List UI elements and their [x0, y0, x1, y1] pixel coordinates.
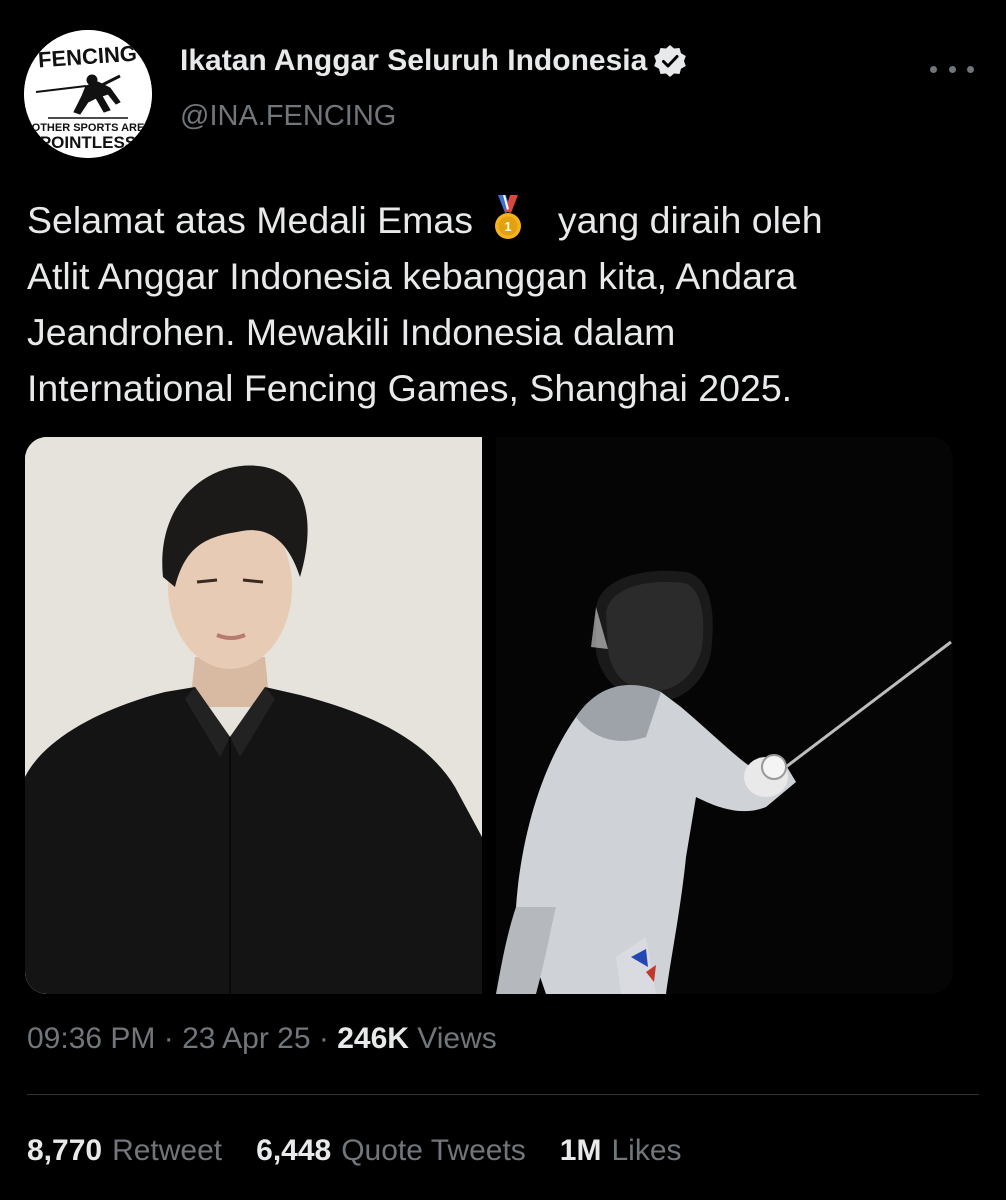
divider — [27, 1094, 979, 1095]
tweet-text-segment: yang diraih oleh — [557, 199, 823, 241]
retweets-count: 8,770 — [27, 1134, 103, 1167]
fencer-image — [496, 437, 953, 994]
views-count: 246K — [337, 1022, 409, 1055]
portrait-image — [25, 437, 482, 994]
more-options-button[interactable] — [930, 54, 974, 84]
author-name-row[interactable]: Ikatan Anggar Seluruh Indonesia — [180, 44, 687, 78]
tweet-meta: 09:36 PM · 23 Apr 25 · 246K Views — [27, 1022, 497, 1056]
likes-stat[interactable]: 1M Likes — [560, 1134, 682, 1168]
dot-icon — [967, 65, 974, 73]
svg-text:1: 1 — [505, 219, 512, 234]
views-label: Views — [417, 1022, 497, 1055]
author-handle[interactable]: @INA.FENCING — [180, 100, 396, 133]
separator: · — [163, 1022, 174, 1055]
tweet-stats: 8,770 Retweet 6,448 Quote Tweets 1M Like… — [27, 1134, 716, 1168]
retweets-label: Retweet — [112, 1134, 223, 1167]
quotes-stat[interactable]: 6,448 Quote Tweets — [256, 1134, 526, 1168]
first-place-medal-icon: 1 — [495, 195, 522, 239]
verified-badge-icon — [654, 45, 687, 77]
media-photo-portrait[interactable] — [25, 437, 482, 994]
avatar-bottom-text-2: POINTLESS — [40, 133, 136, 152]
media-photo-fencer[interactable] — [496, 437, 953, 994]
separator: · — [318, 1022, 329, 1055]
tweet-detail-view: FENCING OTHER SPORTS ARE POINTLESS Ikata… — [0, 0, 1006, 1200]
tweet-line-3: Jeandrohen. Mewakili Indonesia dalam — [27, 311, 676, 353]
tweet-time[interactable]: 09:36 PM — [27, 1022, 155, 1055]
likes-count: 1M — [559, 1134, 602, 1167]
tweet-date[interactable]: 23 Apr 25 — [182, 1022, 310, 1055]
tweet-body: Selamat atas Medali Emas 1 yang diraih o… — [27, 192, 987, 416]
tweet-line-1: Selamat atas Medali Emas 1 yang diraih o… — [27, 192, 987, 248]
tweet-line-4: International Fencing Games, Shanghai 20… — [27, 367, 793, 409]
author-display-name[interactable]: Ikatan Anggar Seluruh Indonesia — [180, 44, 647, 78]
quotes-count: 6,448 — [256, 1134, 332, 1167]
tweet-text-segment: Selamat atas Medali Emas — [27, 199, 474, 241]
author-avatar[interactable]: FENCING OTHER SPORTS ARE POINTLESS — [24, 30, 152, 158]
dot-icon — [930, 65, 937, 73]
quotes-label: Quote Tweets — [341, 1134, 526, 1167]
likes-label: Likes — [611, 1134, 682, 1167]
tweet-media-grid — [25, 437, 953, 994]
retweets-stat[interactable]: 8,770 Retweet — [27, 1134, 222, 1168]
dot-icon — [948, 65, 956, 73]
tweet-line-2: Atlit Anggar Indonesia kebanggan kita, A… — [27, 255, 797, 297]
fencing-logo-icon: FENCING OTHER SPORTS ARE POINTLESS — [24, 30, 152, 158]
